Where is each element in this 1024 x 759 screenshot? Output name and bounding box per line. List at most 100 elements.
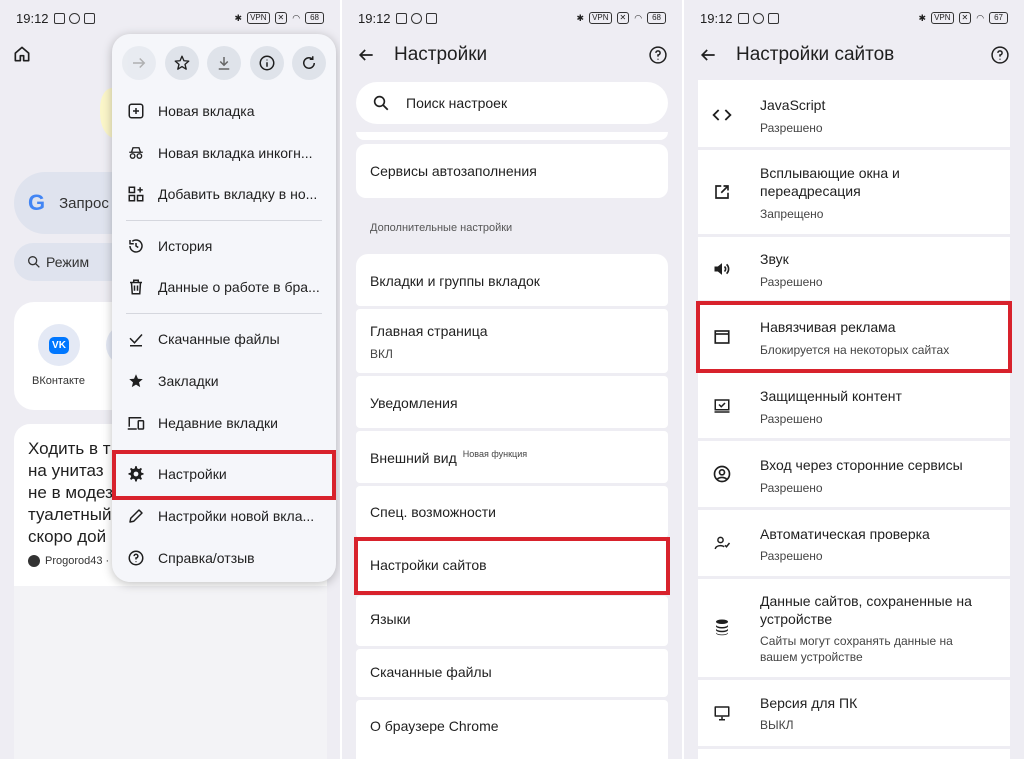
row-subtitle: Разрешено [760,121,823,135]
row-title: Спец. возможности [370,504,496,520]
status-bar: 19:12 ✱ VPN ✕ ◠ 67 [684,0,1024,36]
settings-appearance[interactable]: Внешний вид Новая функция [356,431,668,483]
settings-tabs-groups[interactable]: Вкладки и группы вкладок [356,254,668,306]
settings-card-fragment [356,132,668,140]
settings-languages[interactable]: Языки [356,596,668,646]
menu-new-tab-settings[interactable]: Настройки новой вкла... [112,496,336,536]
row-subtitle: ВЫКЛ [760,718,794,732]
trash-status-icon [767,12,779,24]
status-time: 19:12 [16,10,49,26]
article-image [14,586,327,759]
incognito-icon [126,143,146,163]
ai-mode-label: Режим [46,254,90,270]
site-setting-desktop-version[interactable]: Версия для ПК ВЫКЛ [698,680,1010,746]
add-group-icon [126,184,146,204]
menu-label: Новая вкладка инкогн... [158,145,313,161]
row-title: Вход через сторонние сервисы [760,457,963,473]
row-title: Автоматическая проверка [760,526,930,542]
menu-bookmarks[interactable]: Закладки [112,361,336,401]
site-setting-third-party-signin[interactable]: Вход через сторонние сервисы Разрешено [698,441,1010,507]
settings-about-chrome[interactable]: О браузере Chrome [356,700,668,759]
back-arrow-icon[interactable] [698,45,718,65]
section-header-advanced: Дополнительные настройки [370,222,513,234]
row-title: Сервисы автозаполнения [370,163,537,179]
menu-new-incognito-tab[interactable]: Новая вкладка инкогн... [112,133,336,173]
forward-arrow-icon[interactable] [122,46,156,80]
highlight-intrusive-ads [696,301,1012,373]
vpn-badge: VPN [247,12,270,24]
settings-home-page[interactable]: Главная страница ВКЛ [356,309,668,373]
row-subtitle: Запрещено [760,207,824,221]
reload-icon[interactable] [292,46,326,80]
sim-off-icon: ✕ [616,12,630,24]
row-title: Версия для ПК [760,695,858,711]
menu-recent-tabs[interactable]: Недавние вкладки [112,403,336,443]
shortcut-vk[interactable]: VK [38,324,80,366]
info-icon[interactable] [249,46,284,80]
menu-clear-browsing-data[interactable]: Данные о работе в бра... [112,267,336,307]
new-feature-badge: Новая функция [462,449,528,459]
devices-icon [126,413,146,433]
source-name: Progorod43 · [45,555,110,567]
menu-add-tab-to-group[interactable]: Добавить вкладку в но... [112,174,336,214]
vk-logo-icon: VK [49,336,69,354]
site-setting-popups[interactable]: Всплывающие окна и переадресация Запреще… [698,150,1010,234]
trash-icon [126,277,146,297]
help-icon[interactable] [648,45,668,65]
chrome-menu-screen: 19:12 ✱ VPN ✕ ◠ 68 G Запрос Режим VK ВКо… [0,0,340,759]
protected-content-icon [712,396,732,416]
star-filled-icon [126,371,146,391]
row-title: О браузере Chrome [370,718,499,734]
download-icon[interactable] [207,46,241,80]
sim-off-icon: ✕ [958,12,972,24]
sim-off-icon: ✕ [274,12,288,24]
article-source: Progorod43 · [28,555,109,567]
back-arrow-icon[interactable] [356,45,376,65]
site-setting-protected-content[interactable]: Защищенный контент Разрешено [698,372,1010,438]
row-title: Всплывающие окна и переадресация [760,165,900,199]
menu-new-tab[interactable]: Новая вкладка [112,91,336,131]
menu-toolbar [112,34,336,80]
desktop-icon [712,703,732,723]
google-g-icon: G [28,190,46,215]
site-setting-auto-verification[interactable]: Автоматическая проверка Разрешено [698,510,1010,576]
row-title: Языки [370,611,411,627]
settings-accessibility[interactable]: Спец. возможности [356,486,668,538]
settings-notifications[interactable]: Уведомления [356,376,668,428]
site-setting-site-data[interactable]: Данные сайтов, сохраненные на устройстве… [698,579,1010,677]
help-icon[interactable] [990,45,1010,65]
row-title: Скачанные файлы [370,664,492,680]
menu-label: История [158,238,213,254]
page-title: Настройки [394,44,488,65]
settings-search-input[interactable]: Поиск настроек [356,82,668,124]
row-subtitle: ВКЛ [370,347,393,361]
menu-help-feedback[interactable]: Справка/отзыв [112,538,336,578]
star-icon[interactable] [164,46,199,80]
pencil-icon [126,506,146,526]
play-store-icon [53,12,65,24]
site-setting-sound[interactable]: Звук Разрешено [698,237,1010,300]
settings-autofill[interactable]: Сервисы автозаполнения [356,144,668,198]
open-external-icon [712,182,732,202]
notification-icon [68,12,80,24]
app-bar: Настройки сайтов [684,36,1024,74]
settings-downloads[interactable]: Скачанные файлы [356,649,668,697]
menu-label: Новая вкладка [158,103,255,119]
status-time: 19:12 [700,10,733,26]
vpn-badge: VPN [931,12,954,24]
status-bar: 19:12 ✱ VPN ✕ ◠ 68 [342,0,682,36]
menu-downloads[interactable]: Скачанные файлы [112,319,336,359]
page-title: Настройки сайтов [736,44,895,65]
battery-indicator: 68 [305,12,324,24]
play-store-icon [395,12,407,24]
download-done-icon [126,329,146,349]
vpn-badge: VPN [589,12,612,24]
plus-box-icon [126,101,146,121]
site-setting-javascript[interactable]: JavaScript Разрешено [698,84,1010,147]
home-icon[interactable] [12,44,32,64]
status-bar: 19:12 ✱ VPN ✕ ◠ 68 [0,0,340,36]
site-settings-screen: 19:12 ✱ VPN ✕ ◠ 67 Настройки сайтов Java… [684,0,1024,759]
menu-history[interactable]: История [112,226,336,266]
row-subtitle: Разрешено [760,275,823,289]
battery-indicator: 67 [989,12,1008,24]
